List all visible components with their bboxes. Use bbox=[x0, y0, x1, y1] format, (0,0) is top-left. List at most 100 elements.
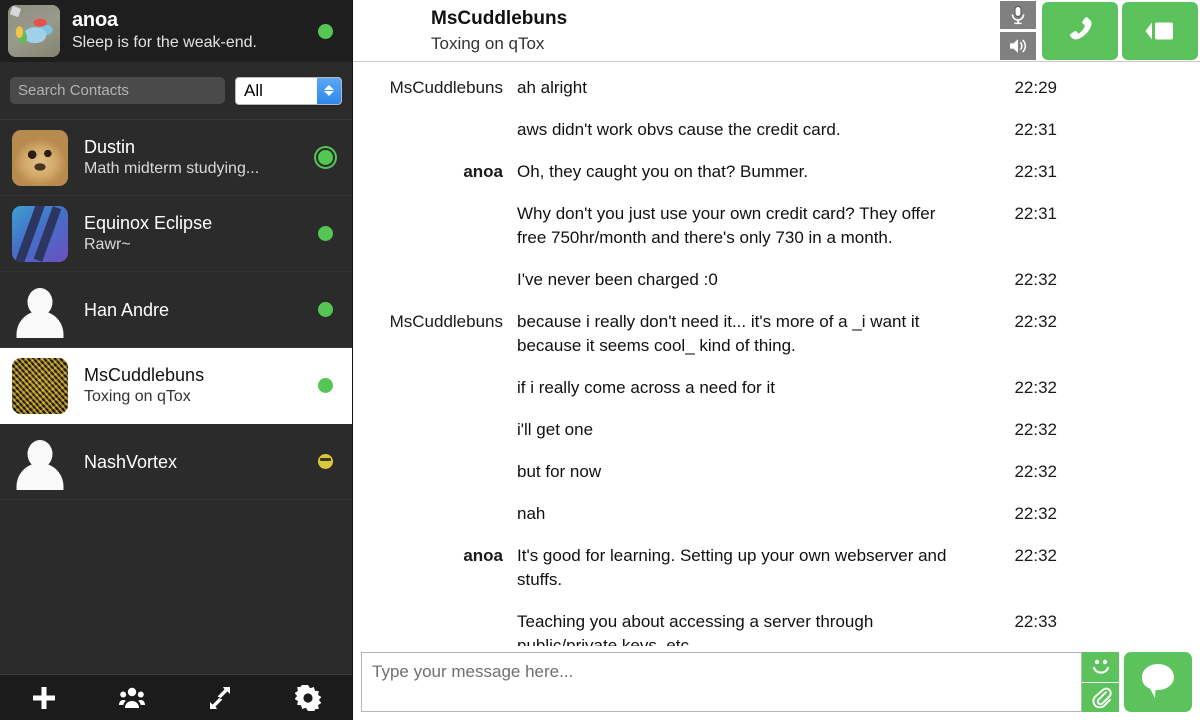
sidebar-toolbar bbox=[0, 674, 352, 720]
contact-text: Han Andre bbox=[84, 299, 308, 321]
av-toggle-column bbox=[1000, 0, 1038, 62]
contact-presence-wrap bbox=[308, 150, 342, 165]
phone-icon bbox=[1069, 16, 1092, 39]
paperclip-icon bbox=[1091, 687, 1112, 709]
presence-online-icon bbox=[317, 302, 333, 317]
contact-text: Equinox Eclipse Rawr~ bbox=[84, 212, 308, 255]
message-input[interactable] bbox=[361, 652, 1082, 712]
video-call-button[interactable] bbox=[1122, 1, 1198, 60]
message-time: 22:32 bbox=[1014, 312, 1057, 331]
message-time: 22:32 bbox=[1014, 462, 1057, 481]
user-profile-header[interactable]: anoa Sleep is for the weak-end. bbox=[0, 0, 352, 62]
contacts-sidebar: anoa Sleep is for the weak-end. All Dust… bbox=[0, 0, 353, 720]
message-row: anoa Oh, they caught you on that? Bummer… bbox=[353, 160, 1200, 184]
microphone-toggle-button[interactable] bbox=[1000, 1, 1036, 29]
contact-text: NashVortex bbox=[84, 451, 308, 473]
message-list: MsCuddlebuns ah alright 22:29 aws didn't… bbox=[353, 62, 1200, 646]
video-camera-icon bbox=[1145, 22, 1173, 39]
message-text: It's good for learning. Setting up your … bbox=[517, 546, 947, 589]
contact-presence-wrap bbox=[308, 454, 342, 469]
contact-item-han-andre[interactable]: Han Andre bbox=[0, 272, 352, 348]
message-author: anoa bbox=[463, 546, 503, 565]
chat-action-buttons bbox=[1000, 0, 1200, 62]
contact-name: Dustin bbox=[84, 137, 136, 157]
message-row: MsCuddlebuns because i really don't need… bbox=[353, 310, 1200, 358]
chat-pane: MsCuddlebuns Toxing on qTox MsCuddlebuns… bbox=[353, 0, 1200, 720]
contact-presence-wrap bbox=[308, 378, 342, 393]
message-time: 22:32 bbox=[1014, 546, 1057, 565]
contact-text: Dustin Math midterm studying... bbox=[84, 136, 308, 179]
message-composer bbox=[353, 646, 1200, 720]
contact-name: MsCuddlebuns bbox=[84, 365, 205, 385]
contact-text: MsCuddlebuns Toxing on qTox bbox=[84, 364, 308, 407]
message-text: nah bbox=[517, 504, 546, 523]
message-author: MsCuddlebuns bbox=[389, 312, 503, 331]
presence-online-icon bbox=[317, 226, 333, 241]
presence-ring-icon bbox=[317, 150, 333, 165]
transfer-arrows-icon bbox=[210, 686, 230, 709]
default-person-avatar-icon bbox=[12, 282, 68, 338]
add-friend-button[interactable] bbox=[0, 675, 88, 720]
contact-item-nashvortex[interactable]: NashVortex bbox=[0, 424, 352, 500]
chat-contact-avatar[interactable] bbox=[367, 7, 415, 55]
search-input[interactable] bbox=[10, 77, 225, 104]
message-time: 22:32 bbox=[1014, 378, 1057, 397]
file-transfers-button[interactable] bbox=[176, 675, 264, 720]
message-text: I've never been charged :0 bbox=[517, 270, 718, 289]
send-bubble-icon bbox=[1142, 664, 1174, 699]
contact-filter-select[interactable]: All bbox=[235, 76, 342, 105]
user-profile-text: anoa Sleep is for the weak-end. bbox=[72, 9, 308, 53]
doge-avatar-icon bbox=[12, 129, 68, 186]
chevron-updown-icon[interactable] bbox=[317, 77, 341, 104]
user-avatar[interactable] bbox=[8, 5, 60, 57]
attach-file-button[interactable] bbox=[1082, 682, 1119, 712]
message-text: Why don't you just use your own credit c… bbox=[517, 204, 936, 247]
message-time: 22:31 bbox=[1014, 120, 1057, 139]
message-author: MsCuddlebuns bbox=[389, 78, 503, 97]
contact-presence-wrap bbox=[308, 302, 342, 317]
speaker-icon bbox=[1010, 39, 1027, 53]
message-author: anoa bbox=[463, 162, 503, 181]
user-presence-dot[interactable] bbox=[317, 23, 333, 39]
create-group-button[interactable] bbox=[88, 675, 176, 720]
emoji-button[interactable] bbox=[1082, 652, 1119, 683]
smiley-icon bbox=[1092, 659, 1109, 674]
message-time: 22:31 bbox=[1014, 162, 1057, 181]
message-time: 22:31 bbox=[1014, 204, 1057, 223]
message-row: MsCuddlebuns ah alright 22:29 bbox=[353, 76, 1200, 100]
speaker-toggle-button[interactable] bbox=[1000, 32, 1036, 60]
group-people-icon bbox=[119, 687, 145, 708]
message-text: Oh, they caught you on that? Bummer. bbox=[517, 162, 809, 181]
gear-icon bbox=[295, 684, 321, 711]
message-row: aws didn't work obvs cause the credit ca… bbox=[353, 118, 1200, 142]
contact-item-mscuddlebuns[interactable]: MsCuddlebuns Toxing on qTox bbox=[0, 348, 352, 424]
contact-status-message: Toxing on qTox bbox=[84, 388, 191, 405]
message-row: anoa It's good for learning. Setting up … bbox=[353, 544, 1200, 592]
message-text: ah alright bbox=[517, 78, 587, 97]
composer-side-actions bbox=[1082, 652, 1119, 712]
user-presence-wrap[interactable] bbox=[308, 5, 342, 57]
chat-contact-text: MsCuddlebuns Toxing on qTox bbox=[431, 8, 1000, 54]
contact-status-message: Math midterm studying... bbox=[84, 160, 260, 177]
message-text: if i really come across a need for it bbox=[517, 378, 775, 397]
chat-contact-status: Toxing on qTox bbox=[431, 33, 545, 53]
contacts-list: Dustin Math midterm studying... Equinox … bbox=[0, 120, 352, 674]
user-name: anoa bbox=[72, 9, 118, 31]
send-message-button[interactable] bbox=[1124, 652, 1192, 712]
contact-presence-wrap bbox=[308, 226, 342, 241]
contact-name: Equinox Eclipse bbox=[84, 213, 213, 233]
contact-filter-value: All bbox=[244, 80, 263, 100]
message-time: 22:32 bbox=[1014, 420, 1057, 439]
contact-item-equinox-eclipse[interactable]: Equinox Eclipse Rawr~ bbox=[0, 196, 352, 272]
settings-button[interactable] bbox=[264, 675, 352, 720]
message-row: Teaching you about accessing a server th… bbox=[353, 610, 1200, 646]
message-time: 22:32 bbox=[1014, 504, 1057, 523]
qtox-window: anoa Sleep is for the weak-end. All Dust… bbox=[0, 0, 1200, 720]
presence-online-icon bbox=[317, 378, 333, 393]
message-row: Why don't you just use your own credit c… bbox=[353, 202, 1200, 250]
message-row: I've never been charged :0 22:32 bbox=[353, 268, 1200, 292]
chat-header: MsCuddlebuns Toxing on qTox bbox=[353, 0, 1200, 62]
contact-item-dustin[interactable]: Dustin Math midterm studying... bbox=[0, 120, 352, 196]
audio-call-button[interactable] bbox=[1042, 1, 1118, 60]
equinox-avatar-icon bbox=[12, 205, 68, 262]
